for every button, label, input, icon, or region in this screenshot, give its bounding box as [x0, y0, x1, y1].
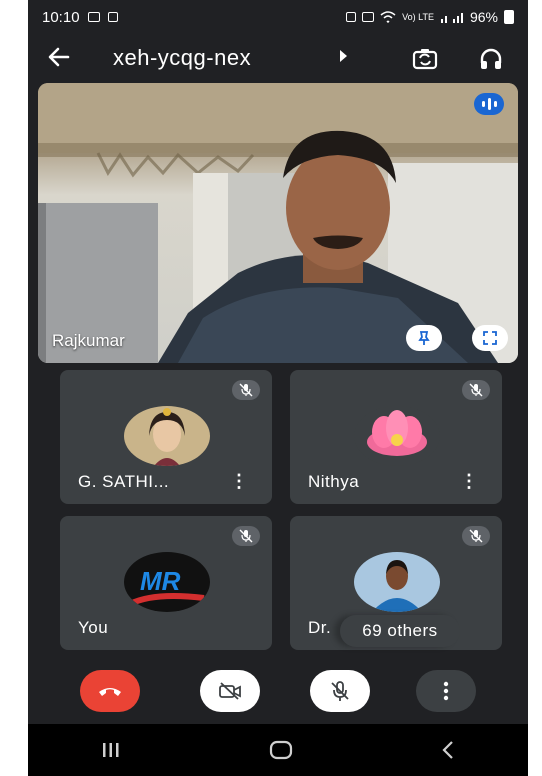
speaking-indicator-icon: [474, 93, 504, 115]
mic-off-icon: [232, 380, 260, 400]
more-vert-icon[interactable]: ⋮: [230, 471, 248, 492]
camera-toggle-button[interactable]: [200, 670, 260, 712]
others-count-pill[interactable]: 69 others: [340, 615, 460, 647]
participant-avatar: [354, 406, 440, 466]
more-vert-icon[interactable]: ⋮: [460, 471, 478, 492]
mic-toggle-button[interactable]: [310, 670, 370, 712]
mic-off-icon: [462, 526, 490, 546]
recent-apps-icon[interactable]: [101, 741, 121, 759]
pin-icon[interactable]: [406, 325, 442, 351]
self-avatar: MR: [124, 552, 210, 612]
participant-tile[interactable]: MR You: [60, 516, 272, 650]
cast-notification-icon: [107, 12, 118, 22]
switch-camera-icon[interactable]: [412, 46, 438, 72]
back-arrow-icon[interactable]: [46, 44, 72, 75]
end-call-icon: [99, 688, 121, 696]
home-icon[interactable]: [268, 739, 294, 761]
svg-text:MR: MR: [140, 566, 181, 596]
status-bar: 10:10 Vo) LTE 96%: [28, 0, 528, 34]
wifi-icon: [380, 11, 396, 23]
status-right: Vo) LTE 96%: [346, 9, 514, 25]
vibrate-icon: [362, 12, 375, 22]
meet-app: 10:10 Vo) LTE 96% xeh-ycqg-nex Rajkumar …: [28, 0, 528, 776]
status-left: 10:10: [42, 9, 118, 26]
battery-icon: [504, 10, 514, 24]
mic-off-icon: [462, 380, 490, 400]
participant-avatar: [124, 406, 210, 466]
meeting-info-caret-icon[interactable]: [340, 50, 347, 62]
camera-off-icon: [219, 682, 241, 700]
more-options-icon: [443, 681, 449, 701]
call-header: xeh-ycqg-nex: [28, 36, 528, 82]
mic-off-icon: [331, 681, 349, 701]
main-video-feed[interactable]: Rajkumar: [38, 83, 518, 363]
participant-avatar: [354, 552, 440, 612]
participant-name: You: [78, 618, 109, 637]
fullscreen-icon[interactable]: [472, 325, 508, 351]
system-navigation-bar: [28, 724, 528, 776]
back-nav-icon[interactable]: [441, 740, 455, 760]
participant-tile[interactable]: Nithya ⋮: [290, 370, 502, 504]
more-options-button[interactable]: [416, 670, 476, 712]
meeting-code[interactable]: xeh-ycqg-nex: [113, 44, 251, 72]
battery-percent: 96%: [469, 9, 498, 25]
status-time: 10:10: [42, 8, 80, 26]
mic-off-icon: [232, 526, 260, 546]
participant-tile[interactable]: G. SATHI... ⋮: [60, 370, 272, 504]
participant-name: Nithya: [308, 472, 360, 491]
network-label: Vo) LTE: [402, 12, 434, 22]
gallery-notification-icon: [87, 12, 100, 22]
end-call-button[interactable]: [80, 670, 140, 712]
headphones-icon[interactable]: [478, 46, 504, 72]
signal-bars-icon: [440, 13, 463, 23]
alarm-icon: [346, 12, 357, 22]
participant-name: G. SATHI...: [78, 472, 170, 491]
participant-name: Dr.: [308, 618, 332, 637]
main-participant-name: Rajkumar: [52, 331, 125, 350]
speaker-video-image: [38, 83, 518, 363]
